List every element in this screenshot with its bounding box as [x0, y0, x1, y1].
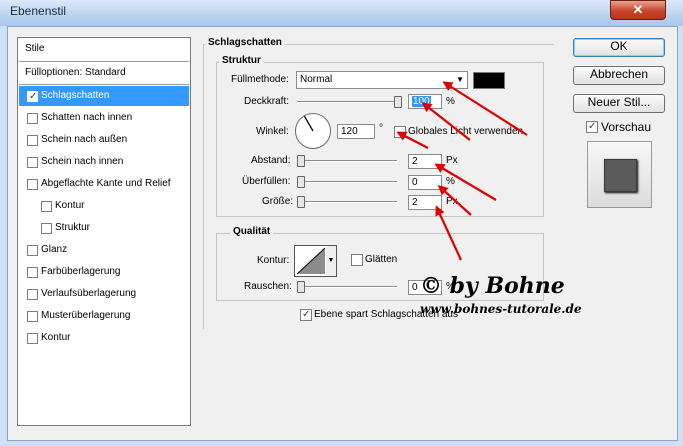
- arrow-spread: [437, 184, 472, 216]
- arrow-size: [435, 205, 462, 261]
- arrow-distance: [434, 163, 497, 201]
- watermark-author: © by Bohne: [420, 273, 565, 299]
- watermark-url: www.bohnes-tutorale.de: [420, 302, 582, 316]
- arrow-opacity: [421, 102, 471, 141]
- dialog-window: Ebenenstil ✕ Stile Fülloptionen: Standar…: [0, 0, 683, 446]
- arrow-blend-mode: [442, 81, 528, 136]
- arrow-global-light: [396, 131, 429, 149]
- annotation-arrows: [396, 81, 528, 261]
